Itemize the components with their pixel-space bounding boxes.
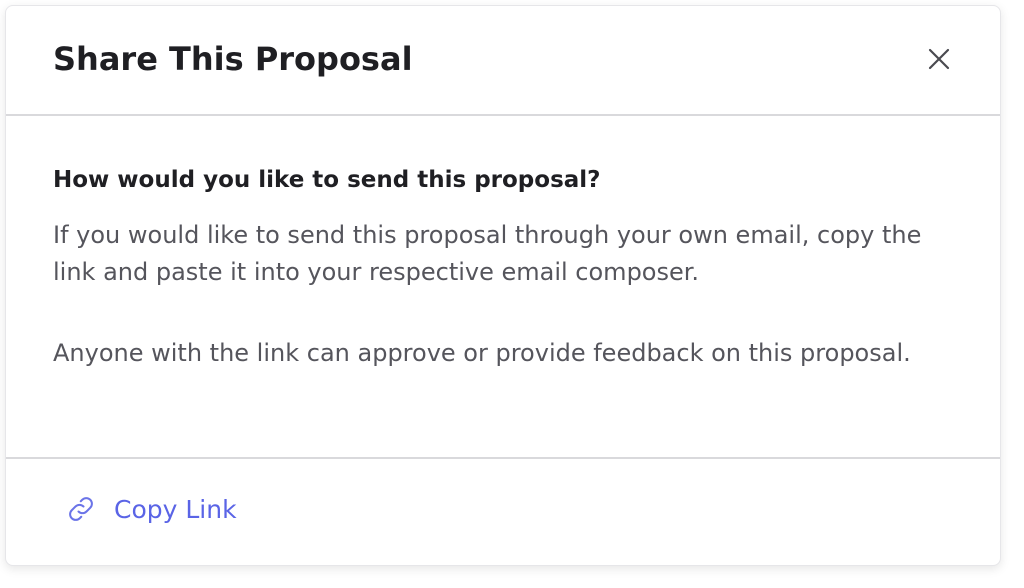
modal-body: How would you like to send this proposal… [6,116,1000,459]
modal-header: Share This Proposal [6,6,1000,116]
instructions-text: If you would like to send this proposal … [53,221,922,286]
close-icon [928,48,950,74]
modal-footer: Copy Link [6,459,1000,565]
copy-link-button[interactable]: Copy Link [66,494,237,524]
send-question: How would you like to send this proposal… [53,167,601,193]
close-button[interactable] [924,46,954,76]
share-proposal-modal: Share This Proposal How would you like t… [5,5,1001,566]
permissions-note: Anyone with the link can approve or prov… [53,339,911,367]
copy-link-label: Copy Link [114,494,237,524]
modal-title: Share This Proposal [53,40,413,78]
link-icon [66,494,96,524]
